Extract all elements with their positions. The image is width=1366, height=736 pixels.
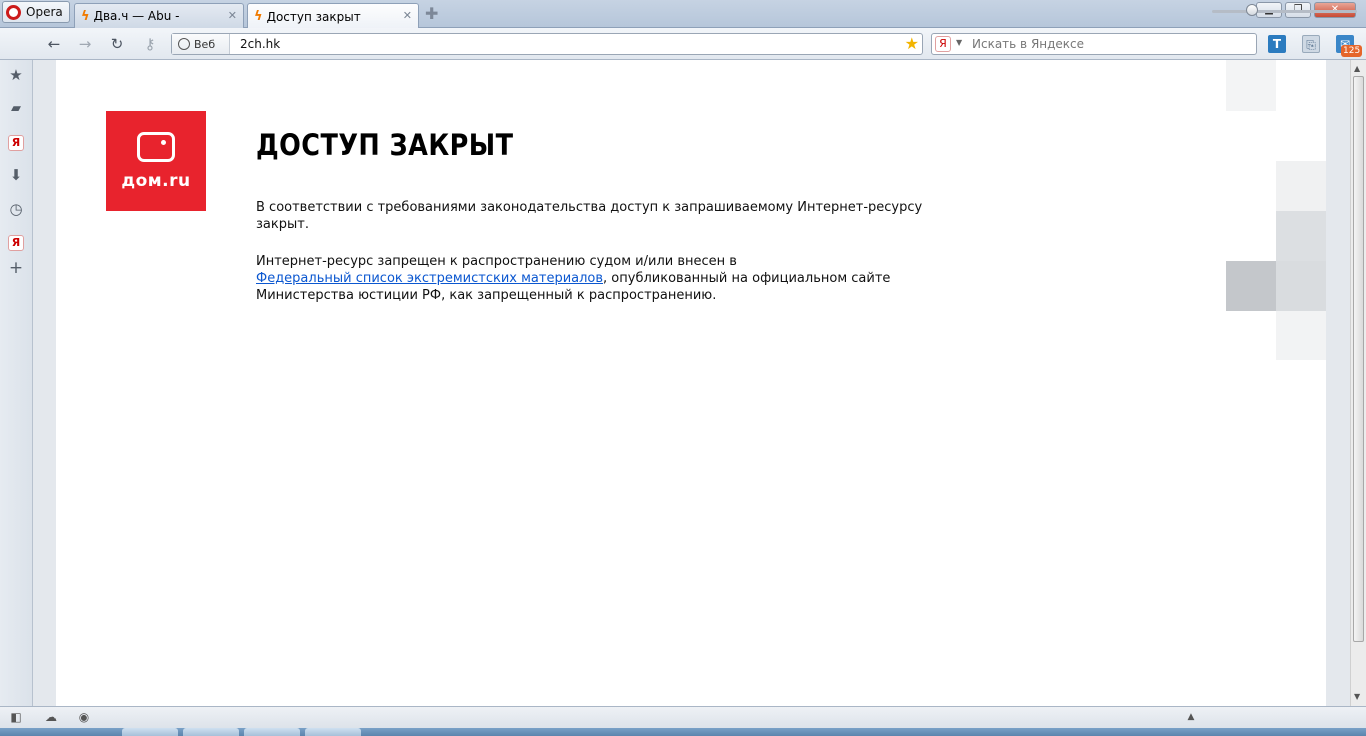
- extremist-list-link[interactable]: Федеральный список экстремистских матери…: [256, 271, 603, 286]
- tab-access-denied[interactable]: ϟ Доступ закрыт ✕: [247, 3, 419, 29]
- zoom-slider[interactable]: [1212, 10, 1357, 13]
- search-field[interactable]: Я ▼ Искать в Яндексе: [931, 33, 1257, 55]
- notes-icon[interactable]: ⎘: [1302, 35, 1320, 53]
- back-button[interactable]: ←: [45, 35, 63, 53]
- right-gutter: [1326, 60, 1350, 706]
- opera-logo-icon: [6, 4, 21, 20]
- logo-text: дом.ru: [121, 171, 191, 191]
- view-options-icon[interactable]: ▲: [1183, 710, 1199, 724]
- history-clock-icon[interactable]: ◷: [6, 199, 26, 219]
- forward-button[interactable]: →: [76, 35, 94, 53]
- address-url[interactable]: 2ch.hk: [240, 37, 280, 51]
- tab-bar: Opera ϟ Два.ч — Abu - ✕ ϟ Доступ закрыт …: [0, 0, 1366, 29]
- decor-square: [1276, 311, 1326, 360]
- address-field[interactable]: Веб 2ch.hk ★: [171, 33, 923, 55]
- taskbar-button[interactable]: [122, 728, 178, 736]
- mail-badge: 125: [1341, 45, 1363, 57]
- decor-square: [1276, 211, 1326, 261]
- web-badge[interactable]: Веб: [172, 34, 230, 54]
- decor-square: [1226, 60, 1276, 111]
- reload-button[interactable]: ↻: [108, 35, 126, 53]
- tab-title: Доступ закрыт: [266, 9, 361, 24]
- tab-title: Два.ч — Abu -: [93, 9, 180, 23]
- close-icon[interactable]: ✕: [403, 9, 412, 22]
- globe-icon: [178, 38, 190, 50]
- status-bar: ◧ ☁ ◉ ▲: [0, 706, 1366, 728]
- translate-icon[interactable]: T: [1268, 35, 1286, 53]
- downloads-icon[interactable]: ⬇: [6, 165, 26, 185]
- yandex-sidebar-icon[interactable]: Я: [8, 135, 24, 151]
- sidebar-gutter: [33, 60, 56, 706]
- decor-square: [1276, 161, 1326, 211]
- panel-toggle-icon[interactable]: ◧: [8, 710, 24, 724]
- zoom-slider-handle[interactable]: [1246, 4, 1258, 16]
- vertical-scrollbar[interactable]: ▲ ▼: [1350, 60, 1366, 706]
- opera-unite-cloud-icon[interactable]: ☁: [43, 710, 59, 724]
- navigation-bar: ← → ↻ ⚷ Веб 2ch.hk ★ Я ▼ Искать в Яндекс…: [0, 28, 1366, 60]
- page-title: ДОСТУП ЗАКРЫТ: [256, 128, 514, 162]
- scroll-down-icon[interactable]: ▼: [1354, 692, 1360, 701]
- scroll-thumb[interactable]: [1353, 76, 1364, 642]
- paragraph-2-text: Интернет-ресурс запрещен к распространен…: [256, 254, 737, 269]
- yandex-sidebar-icon-2[interactable]: Я: [8, 235, 24, 251]
- bookmark-star-icon[interactable]: ★: [905, 34, 919, 53]
- flash-icon: ϟ: [81, 8, 90, 24]
- bookmarks-star-icon[interactable]: ★: [6, 65, 26, 85]
- page-content: дом.ru ДОСТУП ЗАКРЫТ В соответствии с тр…: [56, 60, 1326, 706]
- key-icon[interactable]: ⚷: [139, 35, 161, 53]
- opera-menu-button[interactable]: Opera: [2, 1, 70, 23]
- add-panel-icon[interactable]: +: [6, 258, 26, 278]
- taskbar-button[interactable]: [244, 728, 300, 736]
- decor-square: [1226, 261, 1276, 311]
- dom-ru-logo: дом.ru: [106, 111, 206, 211]
- notice-paragraph-2: Интернет-ресурс запрещен к распространен…: [256, 253, 956, 304]
- taskbar-button[interactable]: [305, 728, 361, 736]
- search-placeholder[interactable]: Искать в Яндексе: [972, 37, 1084, 51]
- chevron-down-icon[interactable]: ▼: [956, 38, 962, 47]
- flash-icon: ϟ: [254, 9, 263, 24]
- new-tab-button[interactable]: ✚: [425, 6, 441, 22]
- decor-square: [1276, 261, 1326, 311]
- notes-sidebar-icon[interactable]: ▰: [6, 99, 26, 119]
- tv-icon: [137, 132, 175, 162]
- web-label: Веб: [194, 37, 216, 51]
- tab-dvach[interactable]: ϟ Два.ч — Abu - ✕: [74, 3, 244, 28]
- notice-paragraph-1: В соответствии с требованиями законодате…: [256, 200, 923, 232]
- sidebar: ★ ▰ Я ⬇ ◷ Я +: [0, 60, 33, 706]
- close-icon[interactable]: ✕: [228, 9, 237, 22]
- taskbar-button[interactable]: [183, 728, 239, 736]
- turbo-icon[interactable]: ◉: [76, 710, 92, 724]
- opera-menu-label: Opera: [26, 5, 63, 19]
- yandex-icon[interactable]: Я: [935, 36, 951, 52]
- scroll-up-icon[interactable]: ▲: [1354, 64, 1360, 73]
